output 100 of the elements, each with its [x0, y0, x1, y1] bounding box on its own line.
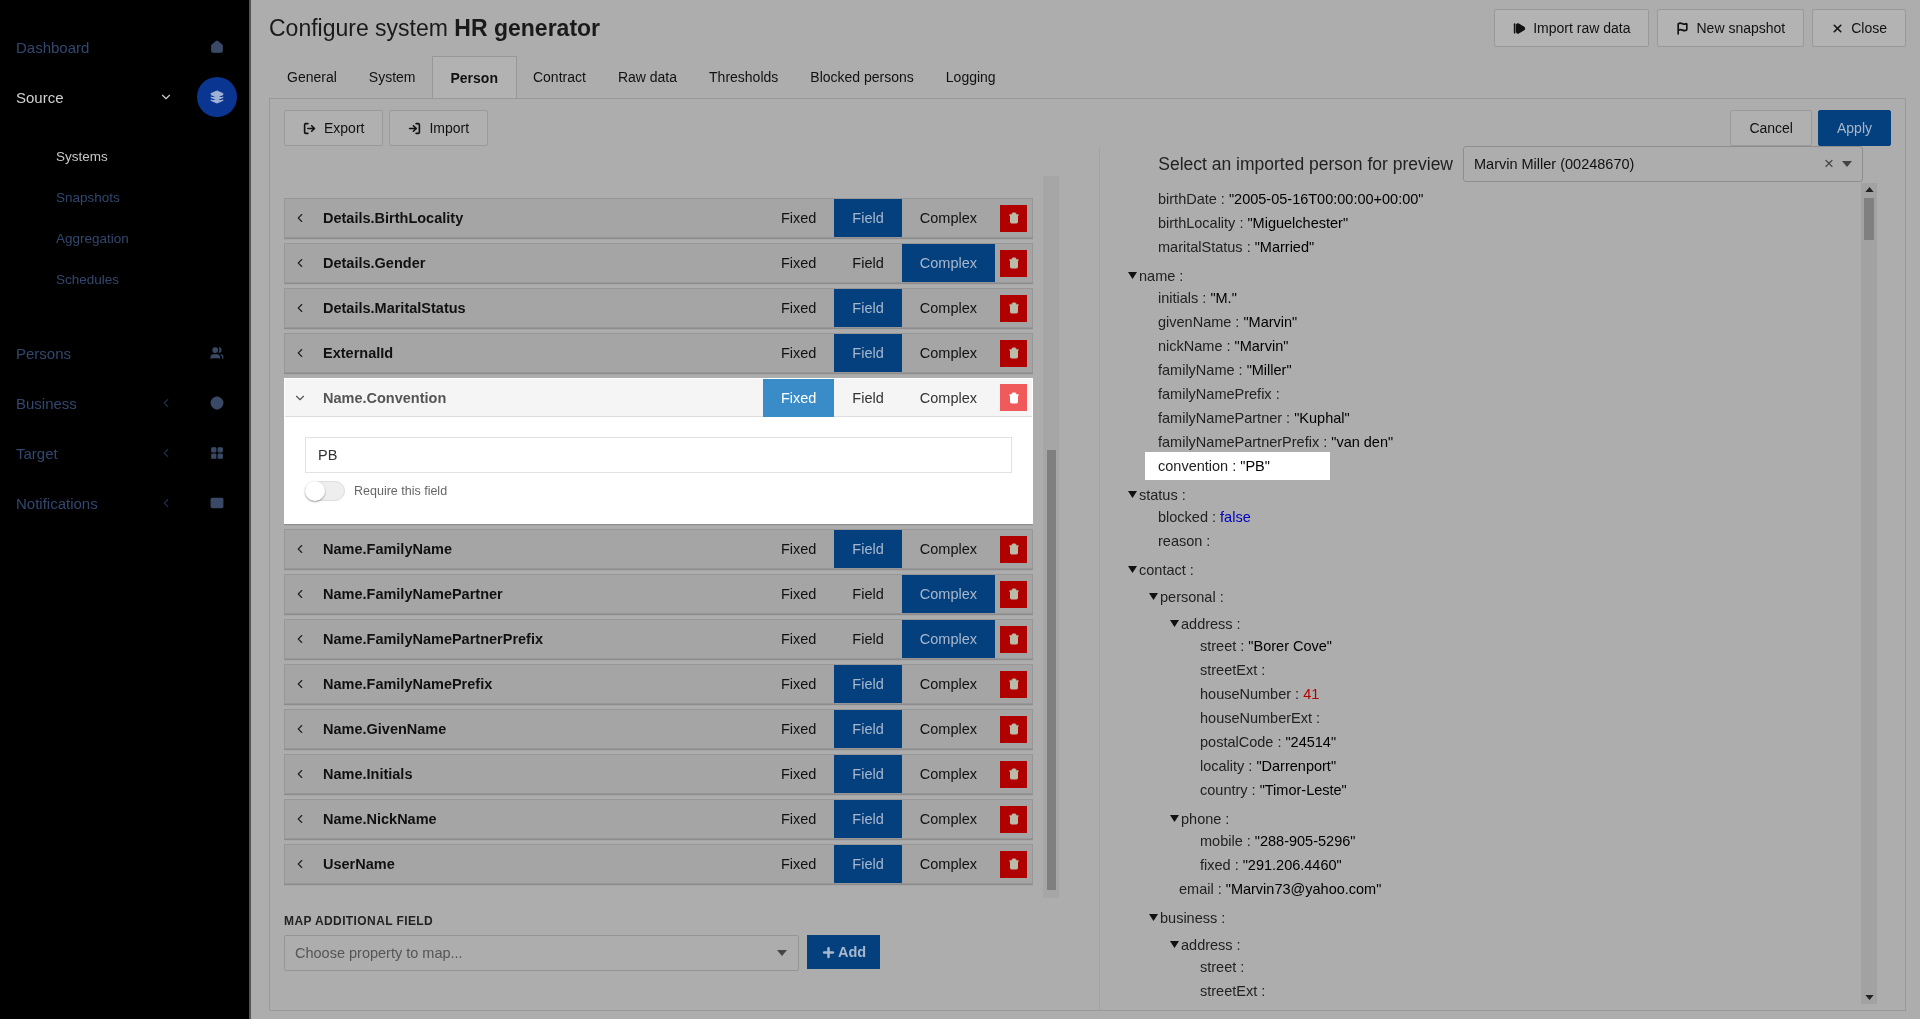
mode-button[interactable]: Fixed — [762, 244, 835, 282]
scroll-down-icon[interactable] — [1864, 995, 1874, 1000]
property-select-field[interactable]: Choose property to map... — [284, 935, 799, 971]
scrollbar[interactable] — [1043, 176, 1059, 898]
require-switch[interactable] — [305, 481, 345, 501]
value-input-field[interactable]: PB — [305, 437, 1012, 473]
mode-button[interactable]: Fixed — [762, 199, 835, 237]
mode-button[interactable]: Fixed — [762, 800, 835, 838]
mode-button[interactable]: Complex — [901, 244, 995, 282]
delete-button[interactable] — [1000, 535, 1027, 563]
mode-button[interactable]: Field — [834, 334, 902, 372]
mode-button[interactable]: Field — [834, 530, 902, 568]
mode-button[interactable]: Complex — [901, 199, 995, 237]
cancel-button[interactable]: Cancel — [1730, 110, 1812, 146]
sidebar-subitem[interactable]: Systems — [0, 136, 249, 177]
trash-icon — [1007, 347, 1020, 359]
mode-button[interactable]: Field — [834, 665, 902, 703]
tab[interactable]: General — [271, 56, 353, 98]
expand-triangle-icon[interactable] — [1128, 490, 1137, 499]
tab[interactable]: Thresholds — [693, 56, 795, 98]
apply-button[interactable]: Apply — [1817, 110, 1891, 146]
mode-button[interactable]: Complex — [901, 845, 995, 883]
add-button[interactable]: Add — [807, 935, 881, 969]
trash-icon — [1007, 543, 1020, 555]
mode-button[interactable]: Fixed — [762, 620, 835, 658]
tab[interactable]: Blocked persons — [794, 56, 930, 98]
expand-triangle-icon[interactable] — [1149, 592, 1158, 601]
dropdown-caret-icon[interactable] — [777, 950, 787, 956]
header-button[interactable]: Close — [1812, 9, 1906, 47]
scrollbar[interactable] — [1861, 183, 1877, 1004]
expand-triangle-icon[interactable] — [1149, 913, 1158, 922]
mode-button[interactable]: Field — [834, 575, 902, 613]
delete-button[interactable] — [1000, 580, 1027, 608]
tab[interactable]: Person — [431, 56, 517, 98]
mode-button[interactable]: Complex — [901, 575, 995, 613]
tree-entry: maritalStatus : "Married" — [1158, 239, 1315, 255]
scroll-up-icon[interactable] — [1864, 187, 1874, 192]
mode-button[interactable]: Field — [834, 289, 902, 327]
mode-button[interactable]: Fixed — [762, 334, 835, 372]
dropdown-caret-icon[interactable] — [1842, 161, 1852, 167]
mode-button[interactable]: Fixed — [762, 755, 835, 793]
toolbar-button[interactable]: Import — [389, 110, 489, 146]
mode-button[interactable]: Complex — [901, 800, 995, 838]
mode-button[interactable]: Fixed — [762, 378, 835, 417]
clear-button[interactable]: × — [1824, 154, 1834, 174]
sidebar-icon[interactable] — [197, 77, 237, 117]
tree-entry: birthLocality : "Miguelchester" — [1158, 215, 1349, 231]
tree-entry: streetExt : — [1200, 983, 1266, 999]
toolbar-button[interactable]: Export — [284, 110, 384, 146]
expand-triangle-icon[interactable] — [1128, 565, 1137, 574]
mapping-name: UserName — [323, 856, 396, 872]
tab[interactable]: Contract — [516, 56, 602, 98]
mode-button[interactable]: Fixed — [762, 710, 835, 748]
tree-entry: postalCode : "24514" — [1200, 734, 1337, 750]
mode-button[interactable]: Complex — [901, 755, 995, 793]
sidebar-item[interactable]: Source — [16, 88, 159, 106]
delete-button[interactable] — [1000, 625, 1027, 653]
delete-button[interactable] — [1000, 339, 1027, 367]
mode-button[interactable]: Field — [834, 755, 902, 793]
mode-button[interactable]: Fixed — [762, 289, 835, 327]
mode-button[interactable]: Complex — [901, 334, 995, 372]
mode-button[interactable]: Field — [834, 845, 902, 883]
expand-triangle-icon[interactable] — [1128, 271, 1137, 280]
mode-button[interactable]: Field — [834, 800, 902, 838]
mode-button[interactable]: Complex — [901, 530, 995, 568]
header-button[interactable]: New snapshot — [1657, 9, 1805, 47]
mode-button[interactable]: Complex — [901, 289, 995, 327]
mode-button[interactable]: Complex — [901, 620, 995, 658]
header-button[interactable]: Import raw data — [1494, 9, 1650, 47]
mode-button[interactable]: Complex — [901, 710, 995, 748]
tab[interactable]: Logging — [929, 56, 1012, 98]
delete-button[interactable] — [1000, 294, 1027, 322]
delete-button[interactable] — [1000, 760, 1027, 788]
delete-button[interactable] — [1000, 715, 1027, 743]
delete-button[interactable] — [1000, 384, 1027, 411]
mode-button[interactable]: Field — [834, 199, 902, 237]
person-select[interactable]: Marvin Miller (00248670) × — [1463, 146, 1863, 182]
mode-button[interactable]: Complex — [901, 378, 995, 417]
tab[interactable]: Raw data — [601, 56, 694, 98]
delete-button[interactable] — [1000, 670, 1027, 698]
mode-button[interactable]: Field — [834, 710, 902, 748]
expand-triangle-icon[interactable] — [1170, 940, 1179, 949]
expand-triangle-icon[interactable] — [1170, 814, 1179, 823]
delete-button[interactable] — [1000, 850, 1027, 878]
mode-button[interactable]: Field — [834, 620, 902, 658]
mode-button[interactable]: Field — [834, 244, 902, 282]
mode-button[interactable]: Fixed — [762, 665, 835, 703]
delete-button[interactable] — [1000, 249, 1027, 277]
section-label: MAP ADDITIONAL FIELD — [284, 914, 435, 928]
expand-triangle-icon[interactable] — [1170, 619, 1179, 628]
mode-button[interactable]: Fixed — [762, 845, 835, 883]
mode-button[interactable]: Fixed — [762, 575, 835, 613]
tab[interactable]: System — [352, 56, 432, 98]
scroll-thumb[interactable] — [1864, 198, 1874, 240]
mode-button[interactable]: Field — [834, 378, 902, 417]
tree-entry: nickName : "Marvin" — [1158, 338, 1289, 354]
delete-button[interactable] — [1000, 805, 1027, 833]
mode-button[interactable]: Complex — [901, 665, 995, 703]
mode-button[interactable]: Fixed — [762, 530, 835, 568]
delete-button[interactable] — [1000, 204, 1027, 232]
